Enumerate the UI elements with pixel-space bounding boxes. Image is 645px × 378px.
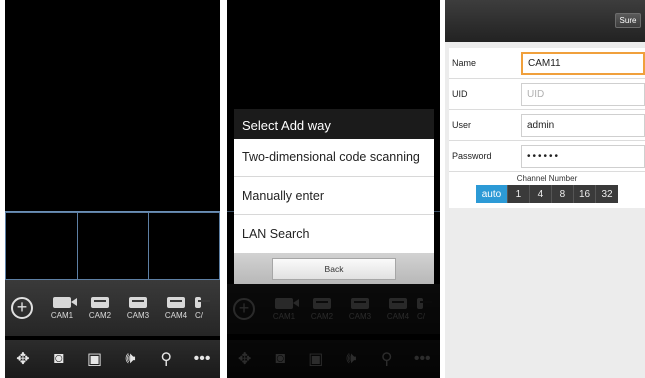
uid-label: UID: [452, 89, 468, 99]
form-row-user: User admin: [449, 110, 645, 141]
sure-button[interactable]: Sure: [615, 13, 641, 28]
camera-bar: + CAM1 CAM2 CAM3 CAM4 C/: [5, 280, 220, 336]
add-camera-button[interactable]: +: [11, 297, 33, 319]
more-icon[interactable]: •••: [189, 350, 215, 368]
channel-option-auto[interactable]: auto: [475, 185, 508, 203]
camera-tab[interactable]: CAM1: [43, 296, 81, 320]
uid-input[interactable]: UID: [521, 82, 645, 106]
form-row-uid: UID UID: [449, 79, 645, 110]
channel-option-16[interactable]: 16: [573, 185, 597, 203]
speaker-icon[interactable]: 🕪: [117, 350, 143, 368]
channel-segmented-control: auto 1 4 8 16 32: [475, 185, 619, 203]
dvr-icon: [167, 296, 185, 308]
camera-tab[interactable]: CAM3: [119, 296, 157, 320]
password-label: Password: [452, 151, 492, 161]
dvr-icon: [91, 296, 109, 308]
manual-entry-option[interactable]: Manually enter: [234, 177, 434, 215]
dvr-icon: [195, 296, 210, 308]
qr-code-scan-option[interactable]: Two-dimensional code scanning: [234, 139, 434, 177]
password-input[interactable]: ••••••: [521, 144, 645, 168]
form-row-name: Name CAM11: [449, 48, 645, 79]
live-view-panel: + CAM1 CAM2 CAM3 CAM4 C/ ✥ ◙ ▣ 🕪 ⚲ •••: [5, 0, 220, 378]
user-input[interactable]: admin: [521, 113, 645, 137]
camera-icon[interactable]: ◙: [46, 350, 72, 368]
dialog-footer: Back: [234, 253, 434, 284]
camera-tab[interactable]: C/: [195, 296, 211, 320]
camera-form: Name CAM11 UID UID User admin Password •…: [449, 48, 645, 208]
channel-option-1[interactable]: 1: [507, 185, 530, 203]
channel-number-label: Channel Number: [516, 174, 578, 183]
channel-option-8[interactable]: 8: [551, 185, 574, 203]
control-bar: ✥ ◙ ▣ 🕪 ⚲ •••: [5, 340, 220, 378]
video-cell-1[interactable]: [5, 212, 78, 280]
channel-option-4[interactable]: 4: [529, 185, 552, 203]
channel-number-group: Channel Number auto 1 4 8 16 32: [449, 172, 645, 208]
title-bar: Sure: [445, 0, 645, 42]
camera-tab[interactable]: CAM2: [81, 296, 119, 320]
video-cell-main[interactable]: [5, 0, 220, 212]
add-dialog-panel: + CAM1 CAM2 CAM3 CAM4 C/ ✥ ◙ ▣ 🕪 ⚲ ••• S…: [227, 0, 440, 378]
name-input[interactable]: CAM11: [521, 51, 645, 75]
manual-entry-panel: Sure Name CAM11 UID UID User admin Passw…: [445, 0, 645, 378]
name-label: Name: [452, 58, 477, 68]
gallery-icon[interactable]: ▣: [82, 349, 108, 369]
select-add-way-dialog: Select Add way Two-dimensional code scan…: [234, 109, 434, 284]
dialog-title: Select Add way: [234, 109, 434, 139]
lan-search-option[interactable]: LAN Search: [234, 215, 434, 253]
microphone-icon[interactable]: ⚲: [153, 349, 179, 369]
camera-tab[interactable]: CAM4: [157, 296, 195, 320]
dvr-icon: [129, 296, 147, 308]
video-cell-2[interactable]: [77, 212, 149, 280]
video-camera-icon: [53, 296, 77, 308]
back-button[interactable]: Back: [272, 257, 396, 280]
move-icon[interactable]: ✥: [10, 349, 36, 369]
video-cell-3[interactable]: [148, 212, 220, 280]
user-label: User: [452, 120, 472, 130]
channel-option-32[interactable]: 32: [596, 185, 619, 203]
form-row-password: Password ••••••: [449, 141, 645, 172]
